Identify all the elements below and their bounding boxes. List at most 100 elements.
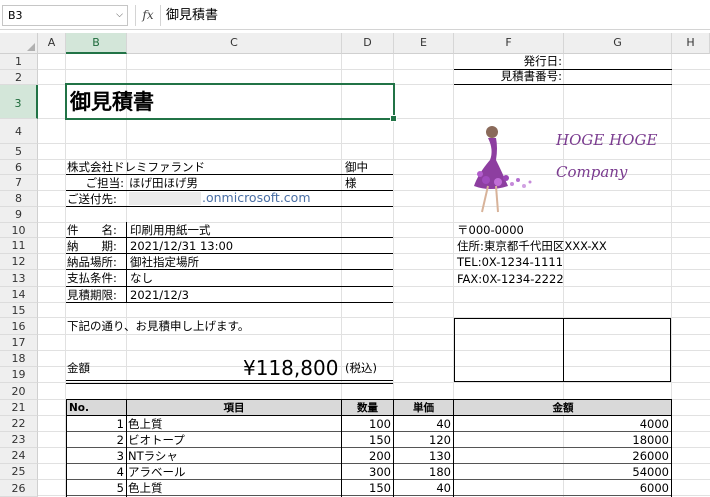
table-header-unit-price: 単価	[413, 402, 434, 414]
table-row-no: 2	[116, 433, 124, 447]
row-header-9[interactable]: 9	[0, 207, 38, 223]
row-header-17[interactable]: 17	[0, 335, 38, 351]
table-row-amount: 6000	[639, 481, 669, 495]
send-to-label: ご送付先:	[67, 192, 117, 206]
table-row-item: ビオトープ	[128, 433, 185, 447]
column-header-h[interactable]: H	[672, 33, 710, 54]
name-box[interactable]: B3 ⌵	[2, 5, 128, 26]
table-row-no: 5	[116, 481, 124, 495]
company-postal: 〒000-0000	[457, 223, 524, 237]
deadline-value: 2021/12/31 13:00	[130, 239, 234, 253]
row-header-16[interactable]: 16	[0, 318, 38, 335]
logo-text-line1: HOGE HOGE	[555, 131, 657, 149]
row-header-11[interactable]: 11	[0, 238, 38, 254]
table-row-no: 1	[116, 417, 124, 431]
name-box-value: B3	[8, 9, 23, 22]
table-row-amount: 26000	[632, 449, 669, 463]
company-fax: FAX:0X-1234-2222	[457, 272, 564, 286]
selected-cell-b3[interactable]	[65, 83, 397, 122]
subject-label: 件 名:	[67, 223, 117, 237]
column-header-g[interactable]: G	[564, 33, 672, 54]
row-header-20[interactable]: 20	[0, 383, 38, 400]
table-row-item: 色上質	[128, 481, 163, 495]
logo-text-line2: Company	[556, 163, 628, 181]
client-company: 株式会社ドレミファランド	[67, 160, 205, 174]
table-row-amount: 54000	[632, 465, 669, 479]
delivery-value: 御社指定場所	[130, 255, 199, 269]
redacted-email	[129, 192, 201, 205]
table-row-amount: 4000	[639, 417, 669, 431]
row-header-12[interactable]: 12	[0, 254, 38, 270]
row-header-10[interactable]: 10	[0, 223, 38, 238]
row-header-14[interactable]: 14	[0, 287, 38, 303]
contact-label: ご担当:	[85, 176, 124, 190]
row-header-18[interactable]: 18	[0, 351, 38, 367]
column-header-d[interactable]: D	[342, 33, 394, 54]
formula-input[interactable]: 御見積書	[166, 5, 706, 26]
sama-label: 様	[345, 176, 357, 190]
delivery-label: 納品場所:	[67, 255, 117, 269]
row-header-2[interactable]: 2	[0, 70, 38, 85]
table-row-qty: 100	[369, 417, 391, 431]
validity-label: 見積期限:	[67, 288, 117, 302]
row-header-22[interactable]: 22	[0, 416, 38, 432]
validity-value: 2021/12/3	[130, 288, 189, 302]
table-row-qty: 150	[369, 481, 391, 495]
row-header-19[interactable]: 19	[0, 367, 38, 383]
row-header-7[interactable]: 7	[0, 175, 38, 191]
contact-name: ほげ田ほげ男	[129, 176, 198, 190]
issue-date-label: 発行日:	[523, 54, 562, 68]
column-header-c[interactable]: C	[127, 33, 342, 54]
company-address: 住所:東京都千代田区XXX-XX	[457, 239, 607, 253]
column-header-a[interactable]: A	[38, 33, 66, 54]
row-header-4[interactable]: 4	[0, 119, 38, 144]
row-header-24[interactable]: 24	[0, 448, 38, 464]
payment-label: 支払条件:	[67, 271, 117, 285]
stamp-divider	[563, 318, 564, 382]
amount-label: 金額	[67, 361, 90, 375]
quote-number-label: 見積書番号:	[500, 69, 562, 83]
column-header-e[interactable]: E	[394, 33, 454, 54]
table-row-unit-price: 40	[436, 417, 451, 431]
insert-function-button[interactable]: fx	[135, 5, 161, 26]
company-logo-image: HOGE HOGE Company	[474, 126, 657, 213]
column-header-b[interactable]: B	[66, 33, 127, 54]
table-row-item: アラベール	[128, 465, 186, 479]
tax-note: (税込)	[345, 361, 377, 375]
row-header-8[interactable]: 8	[0, 191, 38, 207]
column-header-f[interactable]: F	[454, 33, 564, 54]
table-header-item: 項目	[223, 402, 245, 414]
table-row-qty: 200	[369, 449, 391, 463]
spreadsheet-grid[interactable]: 発行日: 見積書番号: 御見積書 株式会社ドレミファランド 御中 ご担当: ほげ…	[38, 54, 710, 497]
formula-bar: B3 ⌵ fx 御見積書	[0, 0, 710, 30]
row-header-6[interactable]: 6	[0, 160, 38, 175]
table-row-no: 3	[116, 449, 124, 463]
table-header-amount: 金額	[552, 402, 574, 414]
row-header-5[interactable]: 5	[0, 144, 38, 160]
table-row-amount: 18000	[632, 433, 669, 447]
table-row-item: 色上質	[128, 417, 163, 431]
table-header-qty: 数量	[357, 402, 378, 414]
row-header-23[interactable]: 23	[0, 432, 38, 448]
subject-value: 印刷用用紙一式	[130, 223, 211, 237]
row-header-13[interactable]: 13	[0, 270, 38, 287]
table-header-no: No.	[69, 402, 89, 414]
row-header-3[interactable]: 3	[0, 85, 38, 119]
row-header-26[interactable]: 26	[0, 480, 38, 497]
email-domain: .onmicrosoft.com	[202, 190, 311, 205]
payment-value: なし	[130, 271, 153, 285]
chevron-down-icon[interactable]: ⌵	[116, 6, 123, 25]
row-header-1[interactable]: 1	[0, 54, 38, 70]
message-text: 下記の通り、お見積申し上げます。	[67, 319, 250, 333]
table-row-qty: 300	[369, 465, 391, 479]
onchu-label: 御中	[345, 160, 368, 174]
row-header-25[interactable]: 25	[0, 464, 38, 480]
table-row-no: 4	[116, 465, 124, 479]
table-row-unit-price: 130	[429, 449, 451, 463]
row-header-15[interactable]: 15	[0, 303, 38, 318]
row-header-21[interactable]: 21	[0, 400, 38, 416]
select-all-button[interactable]	[0, 33, 38, 54]
deadline-label: 納 期:	[67, 239, 117, 253]
table-row-qty: 150	[369, 433, 391, 447]
total-amount: ¥118,800	[243, 356, 339, 380]
